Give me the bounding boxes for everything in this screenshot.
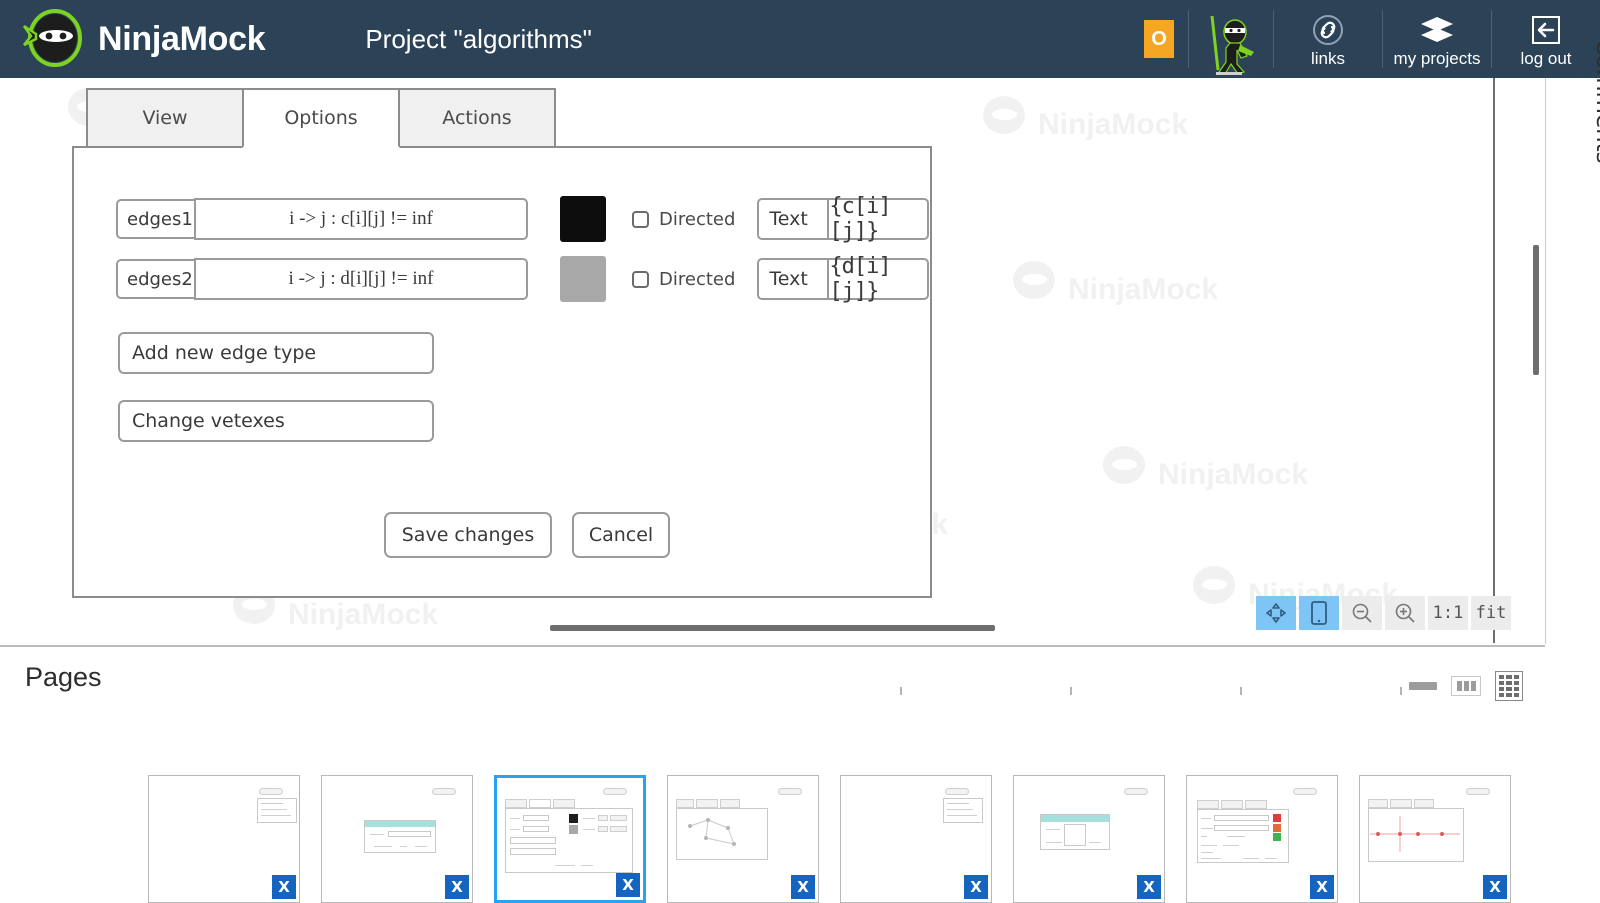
page-thumbnail-strip[interactable]: X X X X X X X X <box>0 775 1545 903</box>
header-item-label: log out <box>1520 49 1572 68</box>
page-thumbnail[interactable]: X <box>1186 775 1338 903</box>
pan-tool-button[interactable] <box>1256 596 1296 630</box>
page-badge: X <box>272 875 296 899</box>
watermark-mark <box>1103 446 1145 484</box>
watermark-text: NinjaMock <box>1068 273 1219 306</box>
header-item-label: links <box>1310 49 1345 68</box>
page-badge: X <box>616 873 640 897</box>
directed-label: Directed <box>659 268 736 290</box>
page-thumbnail[interactable]: X <box>667 775 819 903</box>
tab-label: Actions <box>442 107 512 129</box>
tab-options[interactable]: Options <box>242 88 400 148</box>
fit-button[interactable]: fit <box>1471 596 1511 630</box>
edge-type-row: edges2 i -> j : d[i][j] != inf Directed … <box>116 254 930 304</box>
comments-label: Comments <box>1591 39 1600 164</box>
watermark-text: NinjaMock <box>288 598 439 631</box>
notification-badge[interactable]: O <box>1144 20 1174 58</box>
directed-checkbox[interactable] <box>632 270 649 288</box>
add-new-edge-type-button[interactable]: Add new edge type <box>118 332 434 374</box>
canvas-right-edge-line <box>1493 78 1495 643</box>
zoom-out-button[interactable] <box>1342 596 1382 630</box>
pages-panel: Pages X X X X X X X X <box>0 645 1545 903</box>
pages-ruler-ticks <box>0 687 1545 701</box>
header-actions: O links my projects log out <box>1144 0 1600 78</box>
page-thumbnail[interactable]: X <box>1013 775 1165 903</box>
actual-size-button[interactable]: 1:1 <box>1428 596 1468 630</box>
tab-view[interactable]: View <box>86 88 244 148</box>
page-thumbnail-selected[interactable]: X <box>494 775 646 903</box>
graph-preview-icon <box>688 818 736 846</box>
tab-label: View <box>142 107 188 129</box>
edge-label-type-select[interactable]: Text <box>757 198 828 240</box>
zoom-out-icon <box>1352 603 1372 623</box>
edge-color-swatch[interactable] <box>560 196 606 242</box>
canvas-vertical-scrollbar[interactable] <box>1533 245 1539 375</box>
page-badge: X <box>1483 875 1507 899</box>
page-thumbnail[interactable]: X <box>1359 775 1511 903</box>
edge-expression-input[interactable]: i -> j : d[i][j] != inf <box>194 258 528 300</box>
change-vertexes-button[interactable]: Change vetexes <box>118 400 434 442</box>
ninjamock-logo-icon <box>22 8 84 70</box>
tab-label: Options <box>284 107 358 129</box>
watermark-mark <box>1013 261 1055 299</box>
canvas-horizontal-scrollbar[interactable] <box>550 625 995 631</box>
edge-label-type-select[interactable]: Text <box>757 258 828 300</box>
edge-color-swatch[interactable] <box>560 256 606 302</box>
save-changes-button[interactable]: Save changes <box>384 512 552 558</box>
directed-label: Directed <box>659 208 736 230</box>
comments-rail[interactable]: Comments <box>1545 39 1600 644</box>
device-frame-icon <box>1311 601 1327 625</box>
directed-checkbox-group[interactable]: Directed <box>632 269 735 290</box>
ninja-mascot-icon <box>1189 0 1273 78</box>
device-frame-button[interactable] <box>1299 596 1339 630</box>
page-thumbnail[interactable]: X <box>321 775 473 903</box>
layers-icon <box>1419 13 1455 47</box>
move-arrows-icon <box>1266 603 1286 623</box>
directed-checkbox[interactable] <box>632 210 649 228</box>
directed-checkbox-group[interactable]: Directed <box>632 209 735 230</box>
page-thumbnail[interactable]: X <box>840 775 992 903</box>
timeline-preview-icon <box>1370 816 1460 852</box>
edge-name-input[interactable]: edges1 <box>116 199 194 239</box>
panel-footer-buttons: Save changes Cancel <box>384 512 670 558</box>
mockup-tabs: View Options Actions <box>86 88 556 148</box>
header-item-links[interactable]: links <box>1274 0 1382 78</box>
watermark-text: NinjaMock <box>1158 458 1309 491</box>
cancel-button[interactable]: Cancel <box>572 512 670 558</box>
logout-arrow-icon <box>1531 13 1561 47</box>
page-badge: X <box>1310 875 1334 899</box>
header-item-my-projects[interactable]: my projects <box>1383 0 1491 78</box>
options-panel: edges1 i -> j : c[i][j] != inf Directed … <box>72 146 932 598</box>
edge-expression-input[interactable]: i -> j : c[i][j] != inf <box>194 198 528 240</box>
brand[interactable]: NinjaMock <box>22 8 266 70</box>
zoom-in-button[interactable] <box>1385 596 1425 630</box>
page-badge: X <box>791 875 815 899</box>
edge-type-row: edges1 i -> j : c[i][j] != inf Directed … <box>116 194 930 244</box>
project-title: Project "algorithms" <box>365 23 592 54</box>
page-badge: X <box>964 875 988 899</box>
link-icon <box>1312 13 1344 47</box>
brand-name: NinjaMock <box>98 19 266 58</box>
watermark-mark <box>1193 566 1235 604</box>
tab-actions[interactable]: Actions <box>398 88 556 148</box>
edge-label-value-input[interactable]: {d[i][j]} <box>827 254 930 304</box>
header-item-label: my projects <box>1393 49 1481 68</box>
zoom-toolbar: 1:1 fit <box>1256 596 1511 630</box>
watermark-mark <box>983 96 1025 134</box>
page-badge: X <box>1137 875 1161 899</box>
zoom-in-icon <box>1395 603 1415 623</box>
mockup-canvas[interactable]: NinjaMock NinjaMock NinjaMock NinjaMock … <box>0 78 1528 645</box>
page-badge: X <box>445 875 469 899</box>
header-item-log-out[interactable]: log out <box>1492 0 1600 78</box>
app-header: NinjaMock Project "algorithms" O links m… <box>0 0 1600 78</box>
edge-label-value-input[interactable]: {c[i][j]} <box>827 194 930 244</box>
page-thumbnail[interactable]: X <box>148 775 300 903</box>
watermark-text: NinjaMock <box>1038 108 1189 141</box>
edge-name-input[interactable]: edges2 <box>116 259 194 299</box>
